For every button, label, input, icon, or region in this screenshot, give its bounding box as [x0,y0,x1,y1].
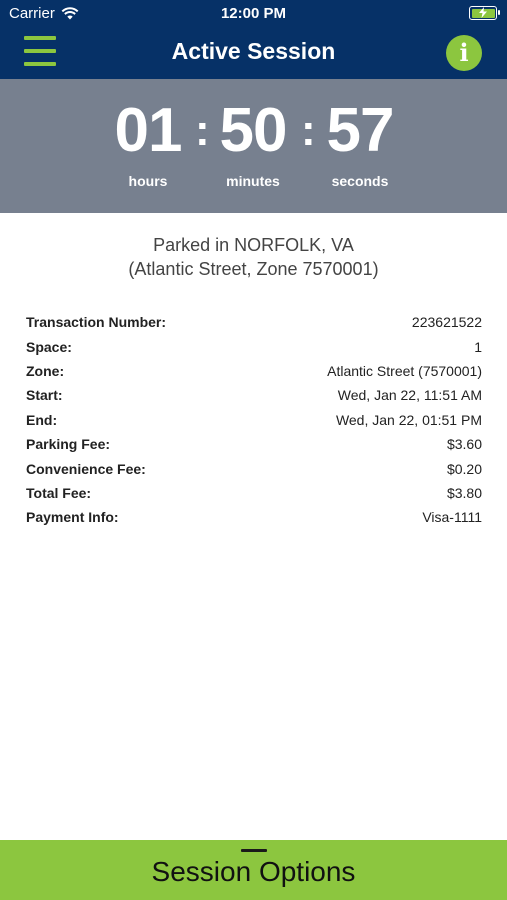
top-bar: Carrier 12:00 PM Active Session i [0,0,507,79]
session-options-button[interactable]: Session Options [0,840,507,900]
minutes-unit: 50 minutes [198,95,308,189]
status-time: 12:00 PM [220,5,287,22]
detail-label: Start: [26,387,63,404]
session-countdown: 01 hours : 50 minutes : 57 seconds [0,79,507,213]
detail-value: Atlantic Street (7570001) [327,362,482,379]
detail-value: Wed, Jan 22, 01:51 PM [335,411,482,428]
seconds-value: 57 [326,96,395,165]
detail-value: Visa-1111 [422,509,482,526]
detail-row: Transaction Number: 223621522 [26,310,482,334]
detail-row: Space: 1 [26,334,482,358]
detail-row: Start: Wed, Jan 22, 11:51 AM [26,383,482,407]
seconds-unit: 57 seconds [305,95,415,189]
detail-row: Parking Fee: $3.60 [26,432,482,456]
detail-label: Space: [26,338,72,355]
status-bar: Carrier 12:00 PM [0,0,507,28]
detail-row: Convenience Fee: $0.20 [26,456,482,480]
detail-row: Zone: Atlantic Street (7570001) [26,359,482,383]
detail-value: $3.80 [446,484,482,501]
detail-label: Transaction Number: [26,314,167,331]
charging-bolt-icon [479,7,487,18]
detail-label: Total Fee: [26,484,92,501]
drag-handle-icon[interactable] [241,849,267,852]
detail-label: Zone: [26,362,65,379]
location-city: Parked in NORFOLK, VA [153,235,354,255]
hours-value: 01 [114,96,183,165]
detail-label: End: [26,411,58,428]
detail-row: End: Wed, Jan 22, 01:51 PM [26,408,482,432]
detail-value: $3.60 [446,436,482,453]
parking-location: Parked in NORFOLK, VA (Atlantic Street, … [0,233,507,281]
detail-value: 223621522 [411,314,482,331]
detail-label: Convenience Fee: [26,460,146,477]
battery-icon [469,6,500,20]
minutes-label: minutes [226,173,280,189]
seconds-label: seconds [331,173,389,189]
detail-value: Wed, Jan 22, 11:51 AM [337,387,482,404]
navigation-bar: Active Session i [0,28,507,79]
minutes-value: 50 [219,96,288,165]
hours-unit: 01 hours [93,95,203,189]
info-icon[interactable]: i [446,35,482,71]
transaction-details: Transaction Number: 223621522 Space: 1 Z… [26,310,482,530]
detail-row: Total Fee: $3.80 [26,481,482,505]
detail-label: Parking Fee: [26,436,111,453]
page-title: Active Session [171,38,336,64]
hours-label: hours [128,173,168,189]
location-zone: (Atlantic Street, Zone 7570001) [128,259,379,279]
detail-value: $0.20 [446,460,482,477]
detail-value: 1 [474,338,482,355]
detail-label: Payment Info: [26,509,119,526]
session-options-label: Session Options [151,856,356,887]
detail-row: Payment Info: Visa-1111 [26,505,482,529]
